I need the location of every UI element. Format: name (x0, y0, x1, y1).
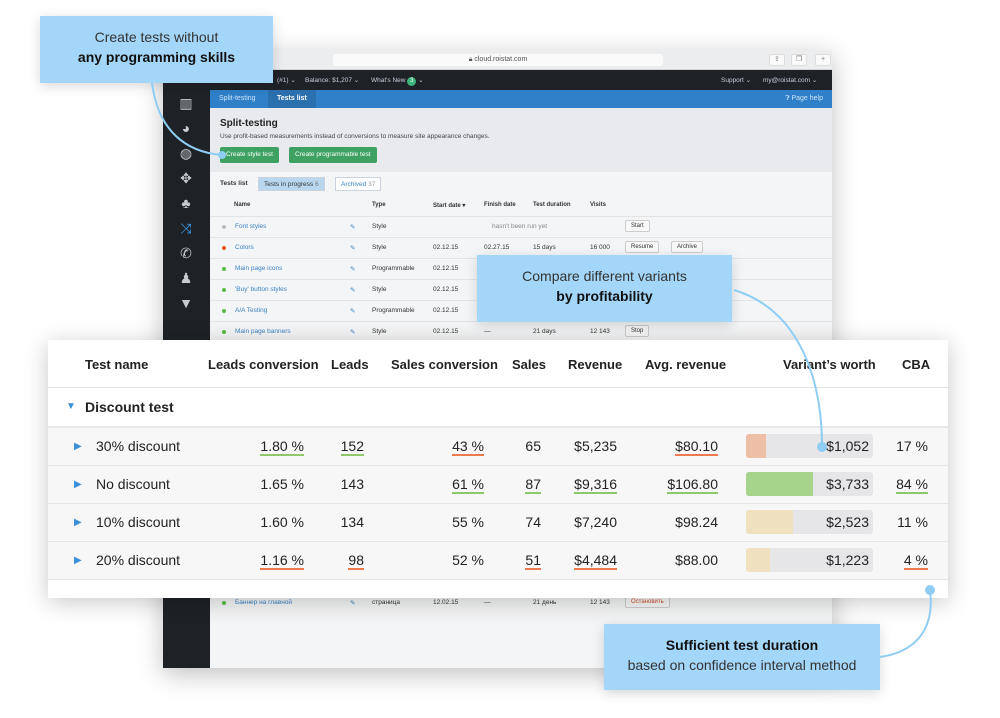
connector-line (151, 82, 223, 156)
connector-line (733, 289, 823, 448)
connector-dot (817, 442, 827, 452)
connector-lines (151, 82, 935, 658)
connector-dot (925, 585, 935, 595)
connector-dot (218, 151, 226, 159)
connector-line (879, 589, 932, 658)
